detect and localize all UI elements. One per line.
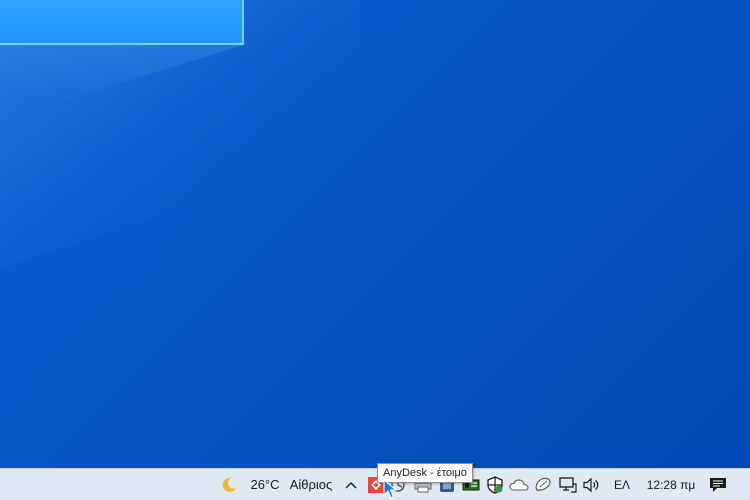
weather-moon-icon[interactable] (216, 469, 242, 500)
volume-tray-icon[interactable] (582, 469, 602, 500)
volume-icon (583, 477, 599, 492)
input-language-indicator[interactable]: ΕΛ (608, 469, 636, 500)
weather-description[interactable]: Αίθριος (285, 469, 337, 500)
network-tray-icon[interactable] (558, 469, 578, 500)
moon-icon (222, 477, 236, 492)
mouse-pointer-icon (383, 479, 397, 499)
onedrive-cloud-icon (509, 478, 529, 491)
security-tray-icon[interactable] (485, 469, 505, 500)
onedrive-tray-icon[interactable] (509, 469, 529, 500)
mouse-tray-icon[interactable] (533, 469, 553, 500)
action-center-icon (710, 477, 726, 492)
wallpaper-window-pane (0, 0, 244, 45)
clock[interactable]: 12:28 πμ (642, 469, 700, 500)
show-hidden-icons-button[interactable] (340, 469, 362, 500)
security-shield-icon (487, 475, 503, 494)
network-monitor-icon (559, 476, 577, 493)
weather-temperature[interactable]: 26°C (247, 469, 283, 500)
chevron-up-icon (345, 481, 357, 488)
action-center-button[interactable] (704, 469, 732, 500)
mouse-icon (535, 477, 551, 491)
desktop-background (0, 0, 750, 468)
taskbar: 26°C Αίθριος ΕΛ 12:28 πμ (0, 468, 750, 500)
